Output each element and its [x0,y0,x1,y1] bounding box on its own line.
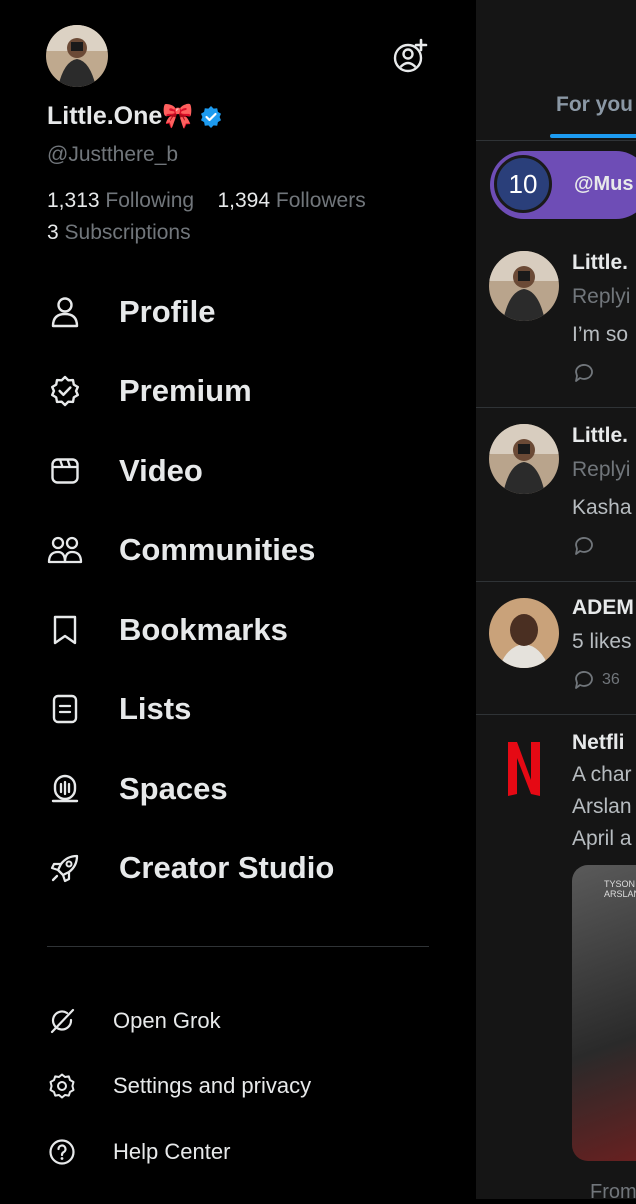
post-media[interactable]: TYSON ARSLAN [572,865,636,1161]
subscriptions-link[interactable]: 3 Subscriptions [47,221,191,245]
reply-action[interactable]: 36 [572,668,620,692]
help-icon [47,1137,77,1167]
menu-divider [47,946,429,947]
feed-post[interactable]: Netfli A char Arslan April a TYSON ARSLA… [476,715,636,1203]
post-reply-context: Replyi [572,285,631,308]
bookmark-icon [47,612,83,648]
following-link[interactable]: 1,313 Following [47,189,194,212]
post-avatar[interactable] [489,251,559,321]
subscriptions-count: 3 [47,221,59,244]
home-feed-background: For you 10 @Mus Little. Replyi I’m so Li… [476,0,636,1203]
post-reply-context: Replyi [572,458,631,481]
spaces-mic-icon [47,771,83,807]
menu-item-communities[interactable]: Communities [47,528,315,572]
media-caption: TYSON ARSLAN [604,879,636,899]
post-author[interactable]: Netfli [572,731,625,755]
menu-item-bookmarks[interactable]: Bookmarks [47,608,288,652]
spaces-pill[interactable]: 10 @Mus [490,151,636,219]
gear-icon [47,1071,77,1101]
profile-handle: @Justthere_b [47,143,179,166]
post-author[interactable]: ADEM [572,596,634,620]
menu-item-creator-studio[interactable]: Creator Studio [47,846,334,890]
profile-name-row[interactable]: Little.One 🎀 [47,102,223,131]
active-tab-indicator [550,134,636,138]
reply-icon [572,534,596,558]
feed-post[interactable]: ADEM 5 likes 36 [476,582,636,715]
post-avatar[interactable] [489,424,559,494]
post-text-line: A char [572,763,632,786]
netflix-logo-icon[interactable] [506,740,542,798]
post-author[interactable]: Little. [572,424,628,448]
person-icon [47,294,83,330]
feed-post[interactable]: Little. Replyi Kasha [476,408,636,582]
side-drawer: Little.One 🎀 @Justthere_b 1,313 Following… [0,0,476,1199]
reply-icon [572,668,596,692]
post-avatar[interactable] [489,598,559,668]
menu-item-video[interactable]: Video [47,449,203,493]
bow-emoji: 🎀 [162,102,194,130]
menu-label: Bookmarks [119,612,288,647]
menu-item-premium[interactable]: Premium [47,369,252,413]
post-text: I’m so [572,323,629,346]
menu-item-lists[interactable]: Lists [47,687,191,731]
video-clapper-icon [47,453,83,489]
subscriptions-label: Subscriptions [64,221,191,244]
post-author[interactable]: Little. [572,251,628,275]
avatar[interactable] [46,25,108,87]
menu-label: Spaces [119,771,228,806]
menu-label: Lists [119,691,192,726]
menu-item-settings-privacy[interactable]: Settings and privacy [47,1068,311,1104]
menu-label: Video [119,453,203,488]
feed-tab-bar: For you [476,0,636,141]
post-text-line: April a [572,827,632,850]
following-count: 1,313 [47,189,100,212]
following-label: Following [105,189,195,212]
communities-icon [47,532,83,568]
reply-icon [572,361,596,385]
post-likes: 5 likes [572,630,632,653]
tab-for-you[interactable]: For you [556,93,633,117]
menu-label: Premium [119,373,252,408]
followers-count: 1,394 [217,189,271,212]
post-text-line: Arslan [572,795,632,818]
menu-label: Help Center [113,1139,231,1164]
add-account-icon[interactable] [392,38,428,74]
menu-label: Settings and privacy [113,1073,312,1098]
post-text: Kasha [572,496,632,519]
pill-avatar: 10 [494,155,552,213]
menu-label: Open Grok [113,1008,221,1033]
reply-count: 36 [602,671,620,688]
display-name: Little.One [47,102,163,130]
followers-label: Followers [275,189,366,212]
menu-item-help-center[interactable]: Help Center [47,1134,230,1170]
menu-item-open-grok[interactable]: Open Grok [47,1003,221,1039]
followers-link[interactable]: 1,394 Followers [217,189,365,212]
list-icon [47,691,83,727]
reply-action[interactable] [572,534,596,558]
follow-stats: 1,313 Following 1,394 Followers [47,189,366,213]
pill-handle: @Mus [574,173,634,195]
menu-label: Communities [119,532,316,567]
grok-icon [47,1006,77,1036]
verified-badge-icon [47,373,83,409]
menu-label: Profile [119,294,216,329]
menu-item-spaces[interactable]: Spaces [47,767,228,811]
verified-badge-icon [199,105,223,129]
menu-label: Creator Studio [119,850,335,885]
post-source-label: From [590,1181,636,1203]
reply-action[interactable] [572,361,596,385]
rocket-icon [47,850,83,886]
feed-post[interactable]: Little. Replyi I’m so [476,235,636,408]
menu-item-profile[interactable]: Profile [47,290,215,334]
